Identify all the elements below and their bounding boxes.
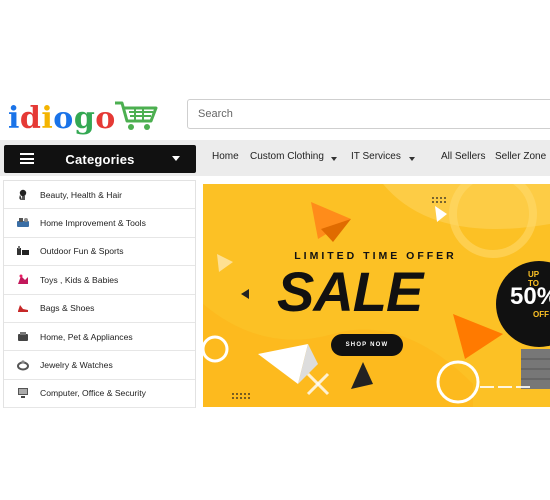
category-item[interactable]: Jewelry & Watches xyxy=(4,351,195,380)
search-box xyxy=(187,99,550,129)
search-input[interactable] xyxy=(188,100,550,128)
category-item[interactable]: Beauty, Health & Hair xyxy=(4,181,195,210)
logo-letter: g xyxy=(73,101,96,136)
sports-icon xyxy=(16,245,30,257)
nav-all-sellers[interactable]: All Sellers xyxy=(441,151,485,162)
shop-now-button[interactable]: SHOP NOW xyxy=(331,334,403,356)
nav-home[interactable]: Home xyxy=(212,151,239,162)
category-label: Beauty, Health & Hair xyxy=(40,189,122,200)
logo-letter: i xyxy=(41,101,54,136)
hair-icon xyxy=(16,189,30,201)
category-label: Jewelry & Watches xyxy=(40,360,113,371)
logo-letter: o xyxy=(53,101,74,136)
category-label: Home Improvement & Tools xyxy=(40,218,146,229)
toy-icon xyxy=(16,274,30,286)
category-item[interactable]: Computer, Office & Security xyxy=(4,380,195,409)
jewelry-icon xyxy=(16,359,30,371)
category-label: Home, Pet & Appliances xyxy=(40,331,133,342)
cart-icon xyxy=(115,101,158,130)
categories-label: Categories xyxy=(65,151,135,167)
carousel-dot[interactable] xyxy=(480,386,494,388)
category-list: Beauty, Health & Hair Home Improvement &… xyxy=(3,180,196,409)
categories-button[interactable]: Categories xyxy=(4,145,196,173)
banner-headline: SALE xyxy=(277,260,423,323)
nav-seller-zone[interactable]: Seller Zone xyxy=(495,151,546,162)
banner-prev-arrow[interactable] xyxy=(241,289,249,299)
carousel-dot[interactable] xyxy=(498,386,512,388)
chevron-down-icon xyxy=(172,156,180,161)
promo-banner[interactable]: LIMITED TIME OFFER SALE SHOP NOW UP TO 5… xyxy=(203,184,550,407)
chevron-down-icon[interactable] xyxy=(331,157,337,161)
category-item[interactable]: Home Improvement & Tools xyxy=(4,209,195,238)
shoe-icon xyxy=(16,302,30,314)
carousel-dot[interactable] xyxy=(516,386,530,388)
appliance-icon xyxy=(16,331,30,343)
logo-letter: d xyxy=(19,101,42,136)
nav-custom-clothing[interactable]: Custom Clothing xyxy=(250,151,324,162)
badge-value: 50% xyxy=(510,283,550,310)
logo-text: idiogo xyxy=(8,104,116,134)
tools-icon xyxy=(16,217,30,229)
carousel-indicators xyxy=(480,386,530,388)
badge-bottom-text: OFF xyxy=(533,310,549,319)
nav-it-services[interactable]: IT Services xyxy=(351,151,401,162)
category-item[interactable]: Home, Pet & Appliances xyxy=(4,323,195,352)
category-label: Toys , Kids & Babies xyxy=(40,274,119,285)
category-item[interactable]: Toys , Kids & Babies xyxy=(4,266,195,295)
category-label: Outdoor Fun & Sports xyxy=(40,246,124,257)
category-item[interactable]: Bags & Shoes xyxy=(4,295,195,323)
site-logo[interactable]: idiogo xyxy=(8,96,116,134)
computer-icon xyxy=(16,387,30,399)
chevron-down-icon[interactable] xyxy=(409,157,415,161)
category-label: Computer, Office & Security xyxy=(40,388,146,399)
category-item[interactable]: Outdoor Fun & Sports xyxy=(4,238,195,267)
category-label: Bags & Shoes xyxy=(40,303,95,314)
logo-letter: i xyxy=(8,101,20,136)
